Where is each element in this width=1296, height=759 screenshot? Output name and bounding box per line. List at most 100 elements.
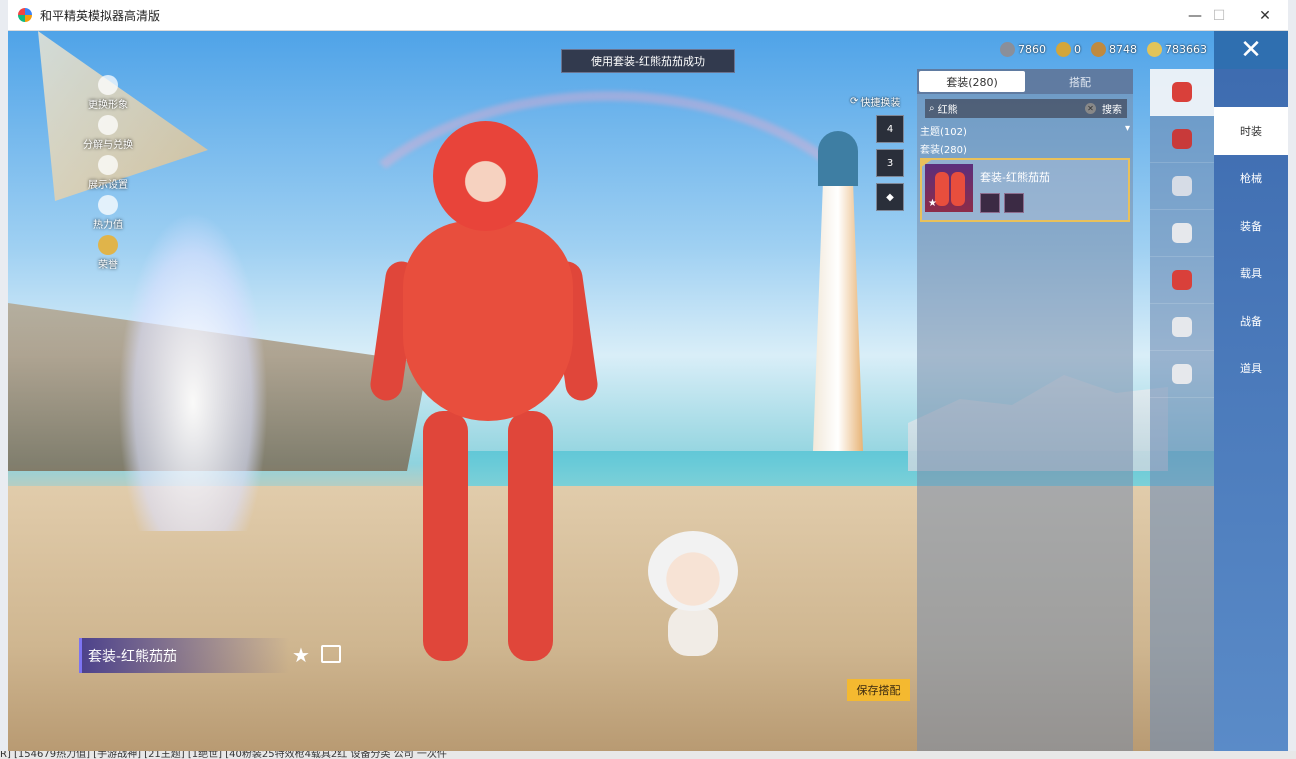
lighthouse-tower [813,181,863,451]
tab-matching[interactable]: 搭配 [1027,69,1133,94]
character-leg-left [423,411,468,661]
title-bar: 和平精英模拟器高清版 — ☐ ✕ [8,0,1288,31]
currency-silver: 7860 [1000,41,1046,57]
share-icon[interactable] [321,645,341,663]
close-icon[interactable]: ✕ [1214,31,1288,69]
category-vehicles[interactable]: 载具 [1214,250,1288,298]
app-logo-icon [18,8,32,22]
search-button[interactable]: 搜索 [1102,101,1122,116]
close-window-button[interactable]: ✕ [1242,0,1288,31]
suit-figure [951,172,965,206]
category-fashion[interactable]: 时装 [1214,107,1288,155]
save-outfit-button[interactable]: 保存搭配 [847,679,910,701]
search-icon: ⌕ [929,103,935,114]
search-value: 红熊 [937,105,958,116]
quick-slot-4[interactable]: 4 [876,115,904,143]
clear-icon[interactable]: ✕ [1085,103,1096,114]
pet-sheep[interactable] [643,531,743,661]
currency-value: 8748 [1109,42,1137,56]
left-menu-item-decompose[interactable]: 分解与兑换 [63,111,153,151]
currency-ticket: 0 [1056,41,1081,57]
quick-change-label: ⟳ 快捷换装 [850,94,910,109]
left-menu-label: 更换形象 [88,100,128,111]
game-viewport: 更换形象 分解与兑换 展示设置 热力值 荣誉 使用套装-红熊茄茄成功 7860 … [8,31,1288,752]
sub-item-suit-icon[interactable] [1004,193,1024,213]
pet-head [648,531,738,611]
window-title: 和平精英模拟器高清版 [40,8,161,23]
sub-item-gun-icon[interactable] [980,193,1000,213]
glasses-icon [1172,176,1192,196]
rail-pants[interactable] [1150,304,1214,351]
quick-change: ⟳ 快捷换装 4 3 ◆ [850,94,910,211]
player-character[interactable] [368,101,600,691]
ticket-coin-icon [1056,41,1071,57]
gun-icon [1172,129,1192,149]
toast-message: 使用套装-红熊茄茄成功 [561,49,735,73]
currency-value: 783663 [1165,42,1207,56]
suit-figure [935,172,949,206]
heat-icon [98,195,118,215]
category-props[interactable]: 道具 [1214,345,1288,393]
left-menu-item-heat[interactable]: 热力值 [63,191,153,231]
currency-bronze: 8748 [1091,41,1137,57]
background-taskbar: R] [154679热力值] [手游战神] [21主题] [1绝世] [40粉装… [0,751,1296,759]
refresh-icon: ⟳ [850,96,859,107]
character-head [433,121,538,231]
shoes-icon [1172,364,1192,384]
currency-value: 7860 [1018,42,1046,56]
character-leg-right [508,411,553,661]
outfit-name: 套装-红熊茄茄 [79,638,289,673]
category-rail: 时装 枪械 装备 载具 战备 道具 [1214,69,1288,752]
rail-suit[interactable] [1150,69,1214,116]
left-menu-item-avatar[interactable]: 更换形象 [63,71,153,111]
currency-bar: 7860 0 8748 783663 [1000,40,1207,58]
currency-value: 0 [1074,42,1081,56]
panel-tabs: 套装(280) 搭配 [917,69,1133,94]
rail-mask[interactable] [1150,210,1214,257]
theme-filter[interactable]: 主题(102) ▾ [920,123,1130,138]
category-guns[interactable]: 枪械 [1214,155,1288,203]
category-spacer [1214,69,1288,107]
pet-body [668,606,718,656]
suit-icon [1172,82,1192,102]
gold-coin-icon [1147,41,1162,57]
favorite-star-icon[interactable]: ★ [292,643,310,667]
bronze-coin-icon [1091,41,1106,57]
suit-count-label: 套装(280) [920,145,967,156]
quick-slot-3[interactable]: 3 [876,149,904,177]
wardrobe-panel: 套装(280) 搭配 ⌕ 红熊 ✕ 搜索 主题(102) ▾ 套装(280) ★… [917,69,1133,752]
tab-suits[interactable]: 套装(280) [919,71,1025,92]
quick-slot-special[interactable]: ◆ [876,183,904,211]
search-input[interactable]: ⌕ 红熊 ✕ 搜索 [925,99,1127,118]
left-menu-label: 展示设置 [88,180,128,191]
character-body [403,221,573,421]
pants-icon [1172,317,1192,337]
category-battle[interactable]: 战备 [1214,297,1288,345]
currency-gold: 783663 [1147,41,1207,57]
honor-icon [98,235,118,255]
left-menu-item-honor[interactable]: 荣誉 [63,231,153,271]
maximize-button[interactable]: ☐ [1196,0,1242,31]
left-menu-label: 荣誉 [98,260,118,271]
rail-glasses[interactable] [1150,163,1214,210]
left-menu-item-display[interactable]: 展示设置 [63,151,153,191]
rail-shoes[interactable] [1150,351,1214,398]
mask-icon [1172,223,1192,243]
item-title: 套装-红熊茄茄 [980,171,1050,184]
left-menu: 更换形象 分解与兑换 展示设置 热力值 荣誉 [63,71,153,271]
avatar-icon [98,75,118,95]
rail-top[interactable] [1150,257,1214,304]
left-menu-label: 热力值 [93,220,123,231]
silver-coin-icon [1000,41,1015,57]
category-equipment[interactable]: 装备 [1214,202,1288,250]
left-menu-label: 分解与兑换 [83,140,133,151]
eye-icon [98,155,118,175]
star-icon: ★ [928,198,937,209]
app-window: 和平精英模拟器高清版 — ☐ ✕ 更换形象 分解与兑换 展示设置 热力值 荣誉 … [0,0,1296,759]
rail-gun[interactable] [1150,116,1214,163]
chevron-down-icon: ▾ [1124,123,1130,134]
item-card[interactable]: ★ 套装-红熊茄茄 [920,158,1130,222]
quick-change-text: 快捷换装 [860,98,901,109]
theme-filter-label: 主题(102) [920,127,967,138]
top-icon [1172,270,1192,290]
